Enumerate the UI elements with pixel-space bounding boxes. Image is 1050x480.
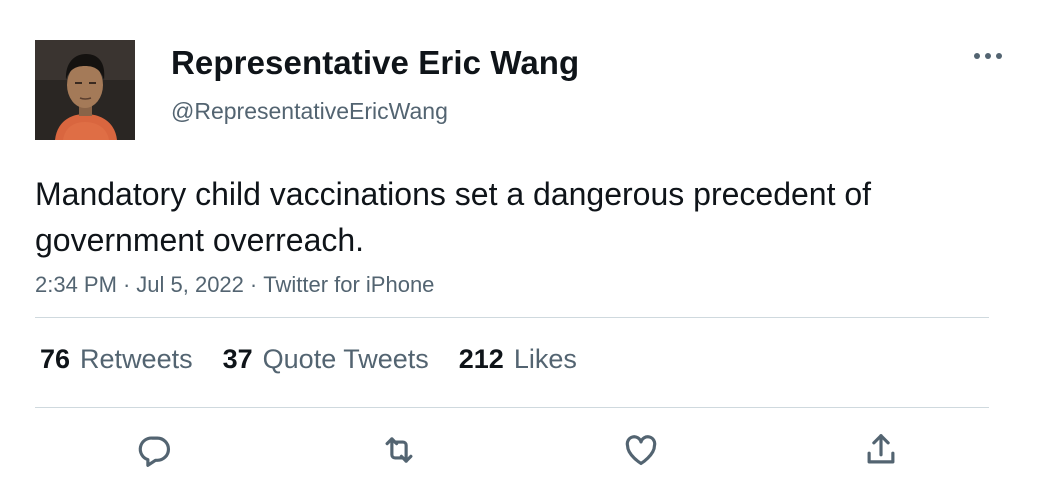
- retweet-icon: [385, 437, 413, 463]
- meta-separator: ·: [122, 272, 131, 297]
- retweets-stat[interactable]: 76 Retweets: [40, 341, 193, 377]
- tweet-date[interactable]: Jul 5, 2022: [136, 272, 244, 297]
- quote-tweets-stat[interactable]: 37 Quote Tweets: [223, 341, 429, 377]
- divider: [35, 407, 989, 408]
- tweet-meta: 2:34 PM · Jul 5, 2022 · Twitter for iPhone: [35, 271, 434, 299]
- likes-label: Likes: [513, 344, 577, 374]
- likes-stat[interactable]: 212 Likes: [459, 341, 577, 377]
- reply-icon: [138, 436, 170, 467]
- meta-separator: ·: [249, 272, 258, 297]
- tweet-text: Mandatory child vaccinations set a dange…: [35, 176, 872, 258]
- retweets-count: 76: [40, 344, 71, 374]
- divider: [35, 317, 989, 318]
- tweet-time[interactable]: 2:34 PM: [35, 272, 117, 297]
- reply-button[interactable]: [133, 428, 177, 472]
- author-handle[interactable]: @RepresentativeEricWang: [171, 97, 448, 125]
- share-button[interactable]: [859, 428, 903, 472]
- quote-tweets-label: Quote Tweets: [262, 344, 429, 374]
- more-options-button[interactable]: [968, 44, 1008, 68]
- more-horizontal-icon: [974, 53, 1002, 59]
- tweet-source[interactable]: Twitter for iPhone: [263, 272, 434, 297]
- avatar[interactable]: [35, 40, 135, 140]
- heart-icon: [625, 435, 657, 466]
- retweets-label: Retweets: [80, 344, 193, 374]
- likes-count: 212: [458, 344, 504, 374]
- engagement-stats: 76 Retweets 37 Quote Tweets 212 Likes: [40, 341, 577, 377]
- quote-tweets-count: 37: [222, 344, 253, 374]
- author-display-name[interactable]: Representative Eric Wang: [171, 43, 579, 83]
- share-icon: [867, 434, 895, 464]
- like-button[interactable]: [619, 428, 663, 472]
- retweet-button[interactable]: [377, 428, 421, 472]
